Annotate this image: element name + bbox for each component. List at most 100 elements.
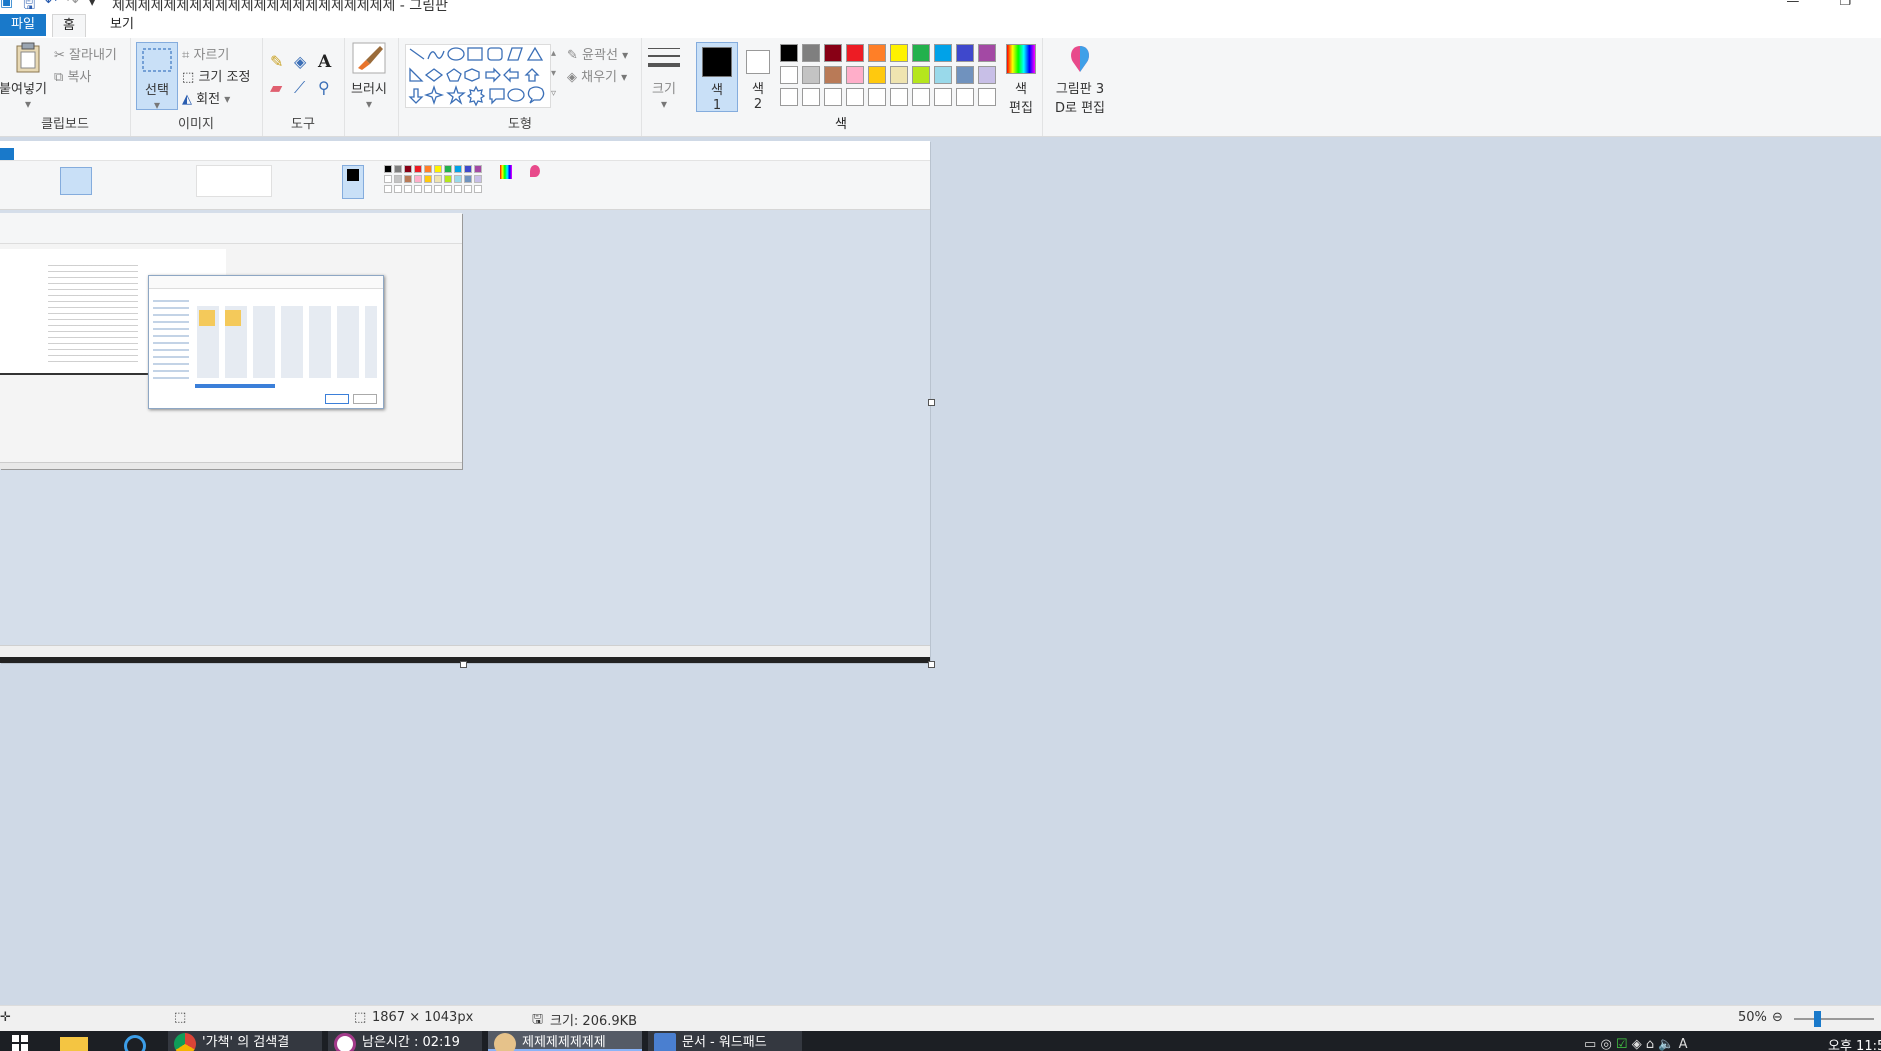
- image-group-label: 이미지: [178, 117, 214, 132]
- brushes-button[interactable]: 브러시 ▾: [344, 42, 394, 111]
- taskbar-timer-label: 남은시간 : 02:19: [362, 1035, 460, 1050]
- paste-button[interactable]: 붙여넣기 ▾: [0, 42, 52, 111]
- tray-network-icon[interactable]: ⌂: [1646, 1037, 1654, 1051]
- tab-home[interactable]: 홈: [52, 14, 86, 37]
- window-controls: — ❐: [1786, 0, 1851, 9]
- nested-palette-swatch: [454, 185, 462, 193]
- resize-label: 크기 조정: [198, 70, 251, 85]
- magnifier-icon[interactable]: ⚲: [318, 78, 342, 98]
- select-dropdown-icon[interactable]: ▾: [137, 98, 177, 112]
- select-rectangle-icon: [142, 48, 172, 72]
- redo-icon[interactable]: ↷: [67, 0, 79, 12]
- nested-shapes: [196, 165, 272, 197]
- clipboard-group: 붙여넣기 ▾ ✂ 잘라내기 ⧉ 복사 클립보드: [0, 38, 131, 136]
- copy-button[interactable]: ⧉ 복사: [54, 66, 91, 85]
- tools-group: ✎ ◈ A ▰ ⟋ ⚲ 도구: [262, 38, 345, 136]
- nested-palette-swatch: [384, 165, 392, 173]
- nested-palette-swatch: [444, 185, 452, 193]
- save-icon[interactable]: 🖫: [23, 0, 35, 12]
- taskbar-ie[interactable]: [118, 1031, 154, 1051]
- nested-palette-swatch: [394, 165, 402, 173]
- nested-level2-ribbon: [0, 213, 462, 244]
- nested-file-tab: [0, 148, 14, 160]
- zoom-out-icon[interactable]: ⊖: [1772, 1010, 1783, 1025]
- fill-icon: ◈: [567, 70, 577, 85]
- rotate-label: 회전: [196, 92, 221, 107]
- outline-dropdown-icon: ▾: [622, 48, 629, 62]
- taskbar-wordpad[interactable]: 문서 - 워드패드: [648, 1031, 802, 1051]
- colors-group-label: 색: [835, 117, 847, 132]
- canvas-workspace[interactable]: [0, 137, 1881, 1005]
- folder-icon: [60, 1037, 88, 1051]
- tray-check-icon[interactable]: ☑: [1616, 1037, 1628, 1051]
- shapes-scroll[interactable]: ▴ ▾ ▿: [551, 44, 556, 104]
- tray-app-icon[interactable]: ◎: [1600, 1037, 1611, 1051]
- resize-button[interactable]: ⬚ 크기 조정: [182, 66, 250, 85]
- restore-button[interactable]: ❐: [1839, 0, 1851, 9]
- eraser-icon[interactable]: ▰: [270, 78, 294, 98]
- nested-palette-swatch: [474, 165, 482, 173]
- customize-dropdown-icon[interactable]: ▾: [89, 0, 96, 12]
- ribbon-tabs: 파일 홈 보기: [0, 12, 1881, 38]
- nested-document-lines: [48, 265, 138, 365]
- nested-palette-swatch: [434, 175, 442, 183]
- tab-file[interactable]: 파일: [0, 14, 46, 36]
- tray-ime-icon[interactable]: A: [1679, 1037, 1688, 1051]
- minimize-button[interactable]: —: [1786, 0, 1799, 9]
- undo-icon[interactable]: ↶: [45, 0, 57, 12]
- nested-palette-swatch: [464, 185, 472, 193]
- ribbon: 붙여넣기 ▾ ✂ 잘라내기 ⧉ 복사 클립보드 선택 ▾ ⌗ 자르기 ⬚ 크기 …: [0, 38, 1881, 137]
- tab-view[interactable]: 보기: [100, 14, 144, 36]
- nested-dialog-filename-field: [195, 384, 275, 388]
- cut-label: 잘라내기: [69, 48, 117, 63]
- resize-handle-bottom[interactable]: [460, 661, 467, 668]
- brushes-dropdown-icon[interactable]: ▾: [344, 97, 394, 111]
- taskbar-timer-app[interactable]: 남은시간 : 02:19: [328, 1031, 482, 1051]
- fill-bucket-icon[interactable]: ◈: [294, 52, 318, 72]
- chrome-icon: [174, 1033, 196, 1051]
- zoom-slider[interactable]: [1794, 1011, 1874, 1027]
- taskbar-paint[interactable]: 제제제제제제제: [488, 1031, 642, 1051]
- drawing-canvas[interactable]: [0, 141, 930, 663]
- clipboard-group-label: 클립보드: [41, 117, 89, 132]
- tray-shield-icon[interactable]: ◈: [1632, 1037, 1642, 1051]
- crop-label: 자르기: [193, 48, 230, 63]
- colors-group: 색: [640, 38, 1043, 136]
- start-button[interactable]: [0, 1031, 40, 1051]
- nested-dialog-folder1: [199, 310, 215, 326]
- select-button[interactable]: 선택 ▾: [136, 42, 178, 112]
- nested-palette-swatch: [434, 165, 442, 173]
- resize-handle-corner[interactable]: [928, 661, 935, 668]
- crop-button[interactable]: ⌗ 자르기: [182, 44, 229, 63]
- paint3d-label2: D로 편집: [1054, 101, 1106, 116]
- paste-dropdown-icon[interactable]: ▾: [4, 97, 52, 111]
- pencil-icon[interactable]: ✎: [270, 52, 294, 72]
- zoom-slider-thumb[interactable]: [1814, 1011, 1821, 1027]
- taskbar-file-explorer[interactable]: [56, 1031, 92, 1051]
- nested-palette-swatch: [384, 175, 392, 183]
- paste-label: 붙여넣기: [0, 82, 47, 97]
- nested-level2-window: [0, 213, 462, 469]
- taskbar-chrome[interactable]: '가책' 의 검색결: [168, 1031, 322, 1051]
- fill-dropdown-icon: ▾: [621, 70, 628, 84]
- rotate-button[interactable]: ◭ 회전 ▾: [182, 88, 230, 107]
- outline-button[interactable]: ✎ 윤곽선 ▾: [567, 44, 628, 63]
- color-picker-icon[interactable]: ⟋: [294, 78, 318, 98]
- nested-palette-swatch: [464, 175, 472, 183]
- tray-overflow-icon[interactable]: ▭: [1584, 1037, 1596, 1051]
- paste-icon: [16, 42, 40, 73]
- tray-volume-icon[interactable]: 🔈: [1658, 1037, 1674, 1051]
- resize-handle-right[interactable]: [928, 399, 935, 406]
- edit-with-paint3d-button[interactable]: 그림판 3 D로 편집: [1050, 44, 1110, 116]
- paint-app-icon: ▣: [0, 0, 14, 10]
- rotate-dropdown-icon[interactable]: ▾: [224, 92, 230, 106]
- text-tool-icon[interactable]: A: [318, 52, 342, 72]
- brushes-label: 브러시: [351, 82, 387, 97]
- shapes-gallery[interactable]: [405, 44, 551, 108]
- cut-button[interactable]: ✂ 잘라내기: [54, 44, 117, 63]
- nested-palette-swatch: [394, 175, 402, 183]
- nested-level2-statusbar: [0, 462, 462, 469]
- taskbar-clock[interactable]: 오후 11:5: [1828, 1035, 1881, 1051]
- fill-button[interactable]: ◈ 채우기 ▾: [567, 66, 627, 85]
- paint3d-icon: [1071, 46, 1089, 72]
